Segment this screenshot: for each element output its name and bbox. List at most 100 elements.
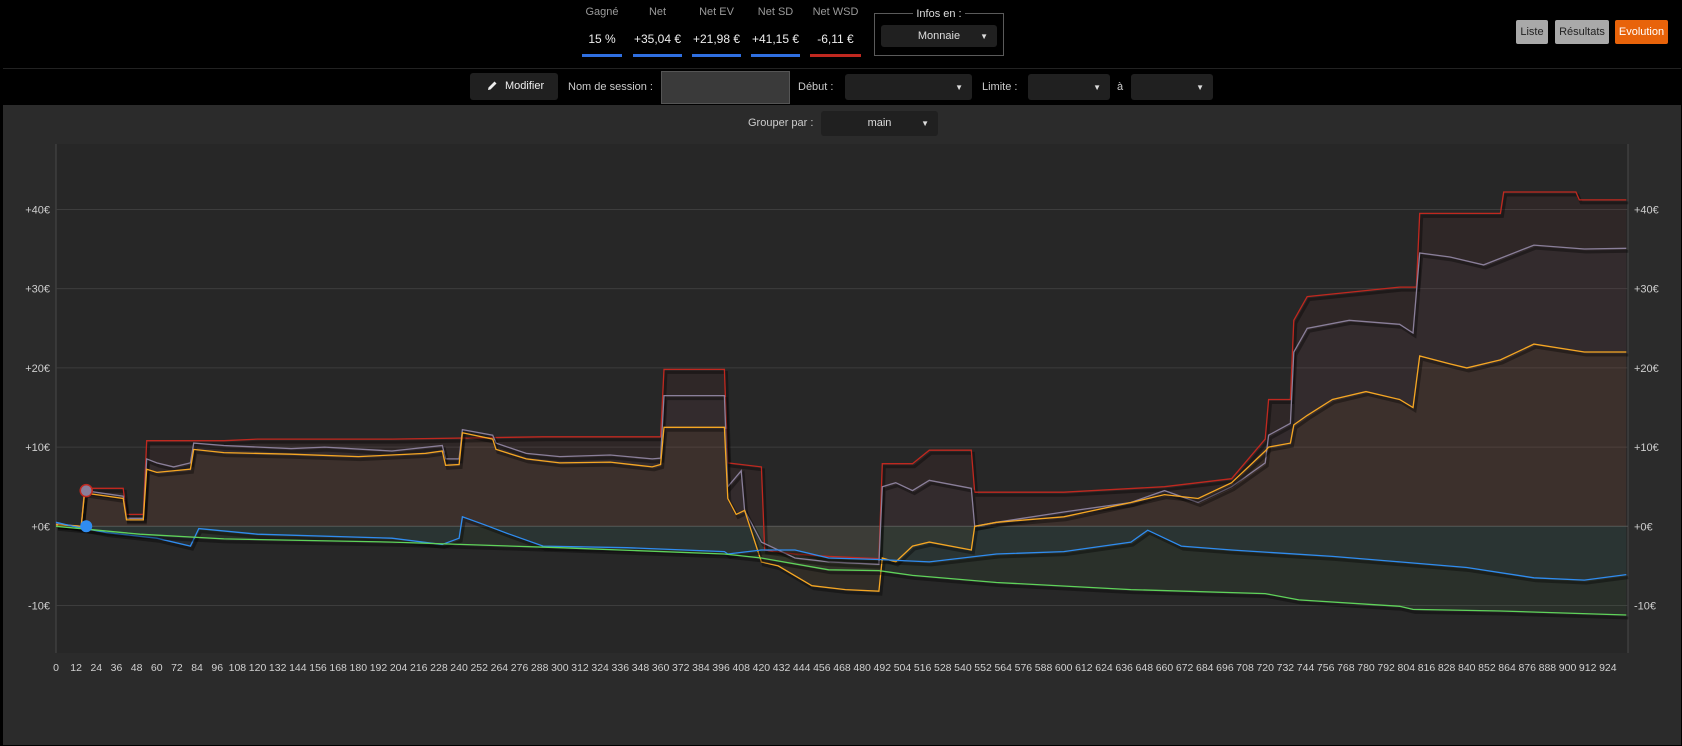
session-name-label: Nom de session : [568,81,653,93]
x-tick-label: 84 [191,662,203,674]
x-tick-label: 660 [1156,662,1174,674]
x-tick-label: 600 [1055,662,1073,674]
chevron-down-icon: ▼ [980,32,988,41]
modify-button[interactable]: Modifier [470,73,558,100]
x-tick-label: 564 [994,662,1012,674]
y-tick-label-left: -10€ [28,600,50,612]
series-marker [80,520,93,533]
stat-label: Net [648,6,667,18]
stat-value: +41,15 € [751,32,800,46]
stat-value: +21,98 € [692,32,741,46]
y-tick-label-left: +0€ [31,521,50,533]
y-tick-label-left: +20€ [25,363,50,375]
x-tick-label: 756 [1317,662,1335,674]
series-marker [79,483,93,498]
x-tick-label: 0 [53,662,59,674]
x-tick-label: 648 [1136,662,1154,674]
chart-area: Grouper par : main ▼ +40€ +40€ +30€ +30€ +20… [3,105,1681,745]
x-tick-label: 492 [874,662,892,674]
start-label: Début : [798,81,834,93]
stat-label: Net WSD [812,6,859,18]
filter-toolbar [3,68,1681,105]
x-tick-label: 864 [1498,662,1516,674]
limit-from-select[interactable]: ▼ [1028,74,1110,100]
x-tick-label: 216 [410,662,428,674]
modify-button-label: Modifier [505,80,545,92]
pencil-icon [488,81,497,90]
x-tick-label: 396 [712,662,730,674]
x-tick-label: 192 [370,662,388,674]
x-tick-label: 432 [773,662,791,674]
x-tick-label: 780 [1357,662,1375,674]
x-tick-label: 720 [1256,662,1274,674]
x-tick-label: 900 [1559,662,1577,674]
x-tick-label: 252 [470,662,488,674]
x-tick-label: 744 [1297,662,1315,674]
tab-results[interactable]: Résultats [1555,20,1609,44]
session-name-input[interactable] [661,71,790,104]
stat-underline [692,54,741,57]
x-tick-label: 444 [793,662,811,674]
x-tick-label: 576 [1015,662,1033,674]
x-tick-label: 180 [350,662,368,674]
x-tick-label: 132 [269,662,287,674]
limit-to-select[interactable]: ▼ [1131,74,1213,100]
x-tick-label: 36 [111,662,123,674]
y-tick-label-right: +10€ [1634,442,1659,454]
x-tick-label: 204 [390,662,408,674]
x-tick-label: 540 [954,662,972,674]
y-tick-label-left: +40€ [25,204,50,216]
y-tick-label-right: +20€ [1634,363,1659,375]
x-tick-label: 276 [511,662,529,674]
x-tick-label: 816 [1418,662,1436,674]
x-tick-label: 24 [90,662,102,674]
stat-label: Net SD [757,6,794,18]
stat-underline [582,54,622,57]
limit-label: Limite : [982,81,1018,93]
x-tick-label: 144 [289,662,307,674]
stat-value: +35,04 € [633,32,682,46]
top-bar: Gagné 15 % Net +35,04 € Net EV +21,98 € … [0,0,1682,66]
y-tick-label-left: +10€ [25,442,50,454]
x-tick-label: 732 [1277,662,1295,674]
x-tick-label: 384 [692,662,710,674]
stat-value: 15 % [588,32,616,46]
x-tick-label: 768 [1337,662,1355,674]
x-tick-label: 636 [1115,662,1133,674]
x-tick-label: 348 [632,662,650,674]
x-tick-label: 60 [151,662,163,674]
x-tick-label: 672 [1176,662,1194,674]
y-tick-label-left: +30€ [25,284,50,296]
x-tick-label: 624 [1095,662,1113,674]
to-label: à [1117,81,1124,93]
stat-label: Net EV [699,6,734,18]
x-tick-label: 828 [1438,662,1456,674]
infos-label: Infos en : [913,8,965,20]
x-tick-label: 912 [1579,662,1597,674]
x-tick-label: 324 [591,662,609,674]
y-tick-label-right: +0€ [1634,521,1653,533]
x-tick-label: 708 [1236,662,1254,674]
x-tick-label: 408 [732,662,750,674]
x-tick-label: 12 [70,662,82,674]
tab-evolution[interactable]: Evolution [1615,20,1668,44]
x-tick-label: 552 [974,662,992,674]
x-tick-label: 480 [853,662,871,674]
y-tick-label-right: +40€ [1634,204,1659,216]
x-tick-label: 468 [833,662,851,674]
infos-box: Infos en : Monnaie ▼ [874,8,1004,56]
x-tick-label: 240 [450,662,468,674]
x-tick-label: 528 [934,662,952,674]
x-tick-label: 852 [1478,662,1496,674]
x-tick-label: 228 [430,662,448,674]
x-tick-label: 792 [1377,662,1395,674]
x-tick-label: 516 [914,662,932,674]
x-tick-label: 168 [329,662,347,674]
x-tick-label: 588 [1035,662,1053,674]
chevron-down-icon: ▼ [1093,83,1101,92]
currency-select[interactable]: Monnaie ▼ [881,25,997,47]
tab-list[interactable]: Liste [1516,20,1548,44]
x-tick-label: 312 [571,662,589,674]
evolution-chart: +40€ +40€ +30€ +30€ +20€ +20€ +10€ +10€ +0€ +0€ -1… [25,144,1659,674]
start-select[interactable]: ▼ [845,74,972,100]
